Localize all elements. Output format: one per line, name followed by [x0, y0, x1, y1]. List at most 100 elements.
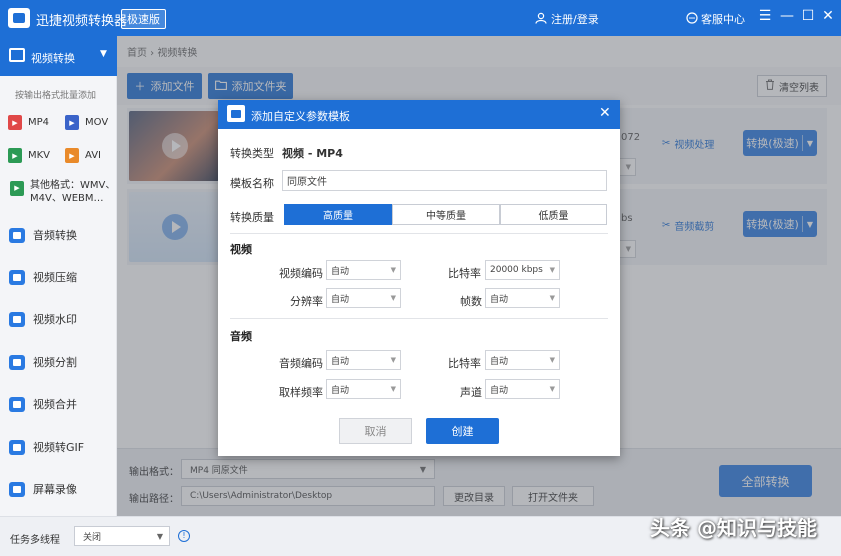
other-format-line: 其他格式：WMV、	[30, 180, 116, 191]
screen-record-icon	[9, 481, 25, 497]
avi-icon: ▶	[65, 148, 79, 163]
chevron-down-icon: ▼	[390, 385, 396, 393]
service-label: 客服中心	[701, 13, 745, 26]
divider	[230, 233, 608, 234]
audio-section-title: 音频	[230, 330, 252, 343]
channel-select[interactable]: 自动 ▼	[485, 379, 560, 399]
audio-codec-label: 音频编码	[279, 357, 323, 370]
video-section-title: 视频	[230, 243, 252, 256]
sidebar-item-video-merge[interactable]: 视频合并	[0, 389, 117, 419]
video-codec-value: 自动	[331, 266, 350, 277]
sidebar-item-video-convert[interactable]: 视频转换 ▼	[0, 36, 117, 76]
resolution-select[interactable]: 自动 ▼	[326, 288, 401, 308]
user-icon	[535, 12, 547, 27]
format-mp4[interactable]: ▶ MP4	[8, 115, 49, 130]
mov-icon: ▶	[65, 115, 79, 130]
quality-medium-button[interactable]: 中等质量	[392, 204, 500, 225]
audio-bitrate-label: 比特率	[448, 357, 481, 370]
title-bar: 迅捷视频转换器 极速版 注册/登录 客服中心 ☰ — ☐ ✕	[0, 0, 841, 36]
channel-label: 声道	[460, 386, 482, 399]
minimize-button[interactable]: —	[779, 8, 795, 24]
chevron-down-icon: ▼	[390, 356, 396, 364]
sidebar-item-label: 视频分割	[33, 356, 77, 369]
close-icon[interactable]: ✕	[599, 105, 611, 121]
multithread-label: 任务多线程	[10, 535, 60, 546]
template-name-input[interactable]: 同原文件	[282, 170, 607, 191]
create-button[interactable]: 创建	[426, 418, 499, 444]
dialog-header: 添加自定义参数模板 ✕	[218, 100, 620, 129]
format-label: MKV	[28, 150, 51, 161]
multithread-value: 关闭	[83, 532, 102, 543]
quality-high-button[interactable]: 高质量	[284, 204, 392, 225]
video-codec-label: 视频编码	[279, 267, 323, 280]
video-bitrate-value: 20000 kbps	[490, 265, 543, 275]
audio-bitrate-value: 自动	[490, 356, 509, 367]
chevron-down-icon: ▼	[100, 49, 107, 59]
convert-type-value: 视频 - MP4	[282, 147, 343, 160]
app-title: 迅捷视频转换器	[36, 14, 128, 29]
audio-bitrate-select[interactable]: 自动 ▼	[485, 350, 560, 370]
service-center-link[interactable]: 客服中心	[686, 11, 745, 27]
audio-convert-icon	[9, 227, 25, 243]
resolution-label: 分辨率	[290, 295, 323, 308]
login-label: 注册/登录	[551, 13, 599, 26]
login-link[interactable]: 注册/登录	[535, 11, 599, 27]
convert-type-label: 转换类型	[230, 147, 274, 160]
sidebar-item-label: 屏幕录像	[33, 483, 77, 496]
sample-rate-select[interactable]: 自动 ▼	[326, 379, 401, 399]
video-codec-select[interactable]: 自动 ▼	[326, 260, 401, 280]
sidebar-item-video-to-gif[interactable]: 视频转GIF	[0, 432, 117, 462]
sidebar-item-label: 视频转GIF	[33, 441, 85, 454]
fps-label: 帧数	[460, 295, 482, 308]
format-other[interactable]: ▶ 其他格式：WMV、 M4V、WEBM…	[10, 179, 115, 205]
cancel-button[interactable]: 取消	[339, 418, 412, 444]
quality-low-button[interactable]: 低质量	[500, 204, 607, 225]
fps-value: 自动	[490, 294, 509, 305]
sidebar-item-label: 视频水印	[33, 313, 77, 326]
dialog-title: 添加自定义参数模板	[251, 110, 350, 123]
format-avi[interactable]: ▶ AVI	[65, 148, 101, 163]
app-logo-icon	[8, 8, 30, 28]
divider	[230, 318, 608, 319]
sidebar-item-video-watermark[interactable]: 视频水印	[0, 304, 117, 334]
quality-label: 转换质量	[230, 211, 274, 224]
video-bitrate-label: 比特率	[448, 267, 481, 280]
multithread-select[interactable]: 关闭 ▼	[74, 526, 170, 546]
sample-rate-value: 自动	[331, 385, 350, 396]
audio-codec-select[interactable]: 自动 ▼	[326, 350, 401, 370]
template-name-label: 模板名称	[230, 177, 274, 190]
sidebar: 视频转换 ▼ 按输出格式批量添加 ▶ MP4 ▶ MOV ▶ MKV ▶ AVI…	[0, 36, 117, 516]
close-button[interactable]: ✕	[820, 8, 836, 24]
format-label: MP4	[28, 117, 50, 128]
mkv-icon: ▶	[8, 148, 22, 163]
mp4-icon: ▶	[8, 115, 22, 130]
sidebar-item-screen-record[interactable]: 屏幕录像	[0, 474, 117, 504]
sidebar-item-label: 视频压缩	[33, 271, 77, 284]
other-format-icon: ▶	[10, 181, 24, 196]
sidebar-item-video-compress[interactable]: 视频压缩	[0, 262, 117, 292]
video-convert-icon	[9, 48, 25, 62]
video-split-icon	[9, 354, 25, 370]
gif-icon	[9, 439, 25, 455]
video-bitrate-select[interactable]: 20000 kbps ▼	[485, 260, 560, 280]
info-icon[interactable]: !	[178, 530, 190, 542]
format-mkv[interactable]: ▶ MKV	[8, 148, 50, 163]
other-format-line: M4V、WEBM…	[30, 193, 104, 204]
fps-select[interactable]: 自动 ▼	[485, 288, 560, 308]
maximize-button[interactable]: ☐	[800, 8, 816, 24]
sidebar-item-audio-convert[interactable]: 音频转换	[0, 220, 117, 250]
chat-bubble-icon	[686, 11, 698, 27]
sidebar-item-label: 视频转换	[31, 52, 75, 65]
watermark-text: 头条 @知识与技能	[650, 516, 817, 540]
video-compress-icon	[9, 269, 25, 285]
sidebar-item-label: 视频合并	[33, 398, 77, 411]
custom-template-dialog: 添加自定义参数模板 ✕ 转换类型 视频 - MP4 模板名称 同原文件 转换质量…	[218, 100, 620, 456]
chevron-down-icon: ▼	[390, 294, 396, 302]
sidebar-item-label: 音频转换	[33, 229, 77, 242]
audio-codec-value: 自动	[331, 356, 350, 367]
menu-icon[interactable]: ☰	[757, 8, 773, 24]
edition-badge: 极速版	[121, 9, 166, 29]
chevron-down-icon: ▼	[549, 294, 555, 302]
format-mov[interactable]: ▶ MOV	[65, 115, 108, 130]
sidebar-item-video-split[interactable]: 视频分割	[0, 347, 117, 377]
